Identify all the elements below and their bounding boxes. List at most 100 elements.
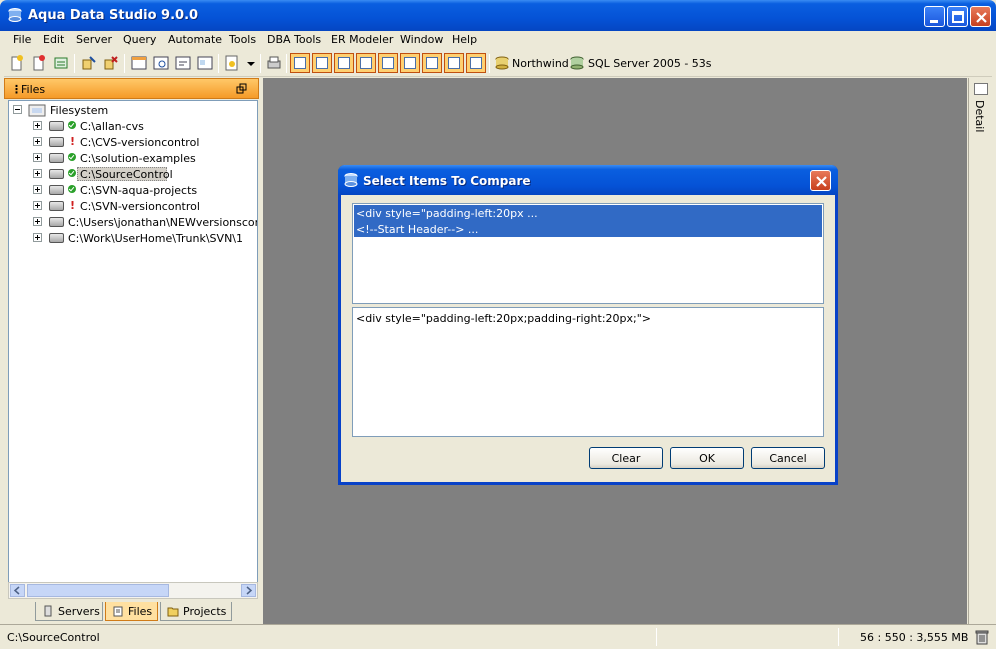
detail-grid-icon[interactable] [974,83,988,95]
database-icon[interactable] [493,54,511,72]
files-panel: ⋮ Files Filesystem C:\allan-cvs ! C:\CVS… [4,78,259,624]
tab-servers[interactable]: Servers [35,602,103,621]
tree-item[interactable]: C:\Work\UserHome\Trunk\SVN\1 [9,230,257,246]
server-icon[interactable] [568,54,586,72]
restore-panel-icon[interactable] [236,83,248,95]
status-ok-icon [68,169,76,177]
panel-title: Files [21,83,46,96]
expand-icon[interactable] [33,121,42,130]
files-panel-header: ⋮ Files [4,78,259,99]
expand-icon[interactable] [33,153,42,162]
items-list[interactable]: <div style="padding-left:20px ... <!--St… [352,203,824,304]
drive-icon [49,233,64,243]
connection-sql-server[interactable]: SQL Server 2005 - 53s [588,57,712,70]
schema-icon[interactable] [196,54,214,72]
print-icon[interactable] [265,54,283,72]
collapse-icon[interactable] [13,105,22,114]
menu-er-modeler[interactable]: ER Modeler [331,33,393,46]
scroll-left-button[interactable] [10,584,25,597]
dropdown-arrow-icon[interactable] [242,54,260,72]
scroll-right-button[interactable] [241,584,256,597]
minimize-button[interactable] [924,6,945,27]
preview-pane[interactable]: <div style="padding-left:20px;padding-ri… [352,307,824,437]
menu-window[interactable]: Window [400,33,443,46]
drive-icon [49,137,64,147]
garbage-collect-icon[interactable] [975,629,989,645]
window-title: Aqua Data Studio 9.0.0 [28,8,199,23]
window-titlebar[interactable]: Aqua Data Studio 9.0.0 [0,0,996,31]
files-icon [113,606,123,617]
chevron-right-icon [246,586,253,595]
main-toolbar: Northwind SQL Server 2005 - 53s [4,51,992,77]
menu-file[interactable]: File [13,33,31,46]
tab-projects[interactable]: Projects [160,602,232,621]
column-view-icon[interactable] [378,53,398,73]
query-analyzer-icon[interactable] [152,54,170,72]
tree-item[interactable]: ! C:\CVS-versioncontrol [9,134,257,150]
tab-files[interactable]: Files [105,602,158,621]
new-server-icon[interactable] [8,54,26,72]
memory-usage: 56 : 550 : 3,555 MB [860,631,969,644]
app-logo-icon [8,8,22,22]
server-properties-icon[interactable] [52,54,70,72]
tiled-view-icon[interactable] [356,53,376,73]
tree-item-label: C:\SVN-versioncontrol [80,200,200,213]
menu-tools[interactable]: Tools [229,33,256,46]
menu-dba-tools[interactable]: DBA Tools [267,33,321,46]
close-icon [976,12,987,23]
toolbar-separator [286,54,287,73]
tree-item-selected[interactable]: C:\SourceControl [9,166,257,182]
toolbar-separator [124,54,125,73]
drive-icon [49,153,64,163]
tree-item[interactable]: C:\SVN-aqua-projects [9,182,257,198]
expand-icon[interactable] [33,217,42,226]
list-item[interactable]: <div style="padding-left:20px ... [354,205,822,221]
app-logo-icon [344,173,358,187]
grid-view-icon[interactable] [290,53,310,73]
expand-icon[interactable] [33,137,42,146]
dialog-close-button[interactable] [810,170,831,191]
detail-tab[interactable]: Detail [973,100,986,132]
disconnect-icon[interactable] [102,54,120,72]
drive-icon [49,185,64,195]
chart-view-icon[interactable] [444,53,464,73]
menu-server[interactable]: Server [76,33,112,46]
connect-icon[interactable] [80,54,98,72]
minimize-icon [930,20,938,23]
tree-item[interactable]: C:\solution-examples [9,150,257,166]
clear-button[interactable]: Clear [589,447,663,469]
file-tree[interactable]: Filesystem C:\allan-cvs ! C:\CVS-version… [8,100,258,598]
connection-northwind[interactable]: Northwind [512,57,569,70]
query-window-icon[interactable] [130,54,148,72]
list-item[interactable]: <!--Start Header--> ... [354,221,822,237]
menu-query[interactable]: Query [123,33,156,46]
menu-automate[interactable]: Automate [168,33,222,46]
menu-edit[interactable]: Edit [43,33,64,46]
tree-item[interactable]: C:\Users\jonathan\NEWversionscontro [9,214,257,230]
script-icon[interactable] [223,54,241,72]
menu-help[interactable]: Help [452,33,477,46]
cascade-view-icon[interactable] [422,53,442,73]
horizontal-scrollbar[interactable] [8,582,258,599]
status-ok-icon [68,153,76,161]
form-view-icon[interactable] [466,53,486,73]
chevron-left-icon [13,586,20,595]
cancel-button[interactable]: Cancel [751,447,825,469]
list-view-icon[interactable] [400,53,420,73]
dialog-titlebar[interactable]: Select Items To Compare [338,165,838,195]
close-button[interactable] [970,6,991,27]
maximize-button[interactable] [947,6,968,27]
expand-icon[interactable] [33,201,42,210]
table-view-icon[interactable] [312,53,332,73]
tree-item[interactable]: ! C:\SVN-versioncontrol [9,198,257,214]
scroll-thumb[interactable] [27,584,169,597]
expand-icon[interactable] [33,233,42,242]
tree-item-label: C:\allan-cvs [80,120,144,133]
ok-button[interactable]: OK [670,447,744,469]
expand-icon[interactable] [33,185,42,194]
tree-item[interactable]: C:\allan-cvs [9,118,257,134]
compare-icon[interactable] [174,54,192,72]
remove-server-icon[interactable] [30,54,48,72]
expand-icon[interactable] [33,169,42,178]
document-view-icon[interactable] [334,53,354,73]
